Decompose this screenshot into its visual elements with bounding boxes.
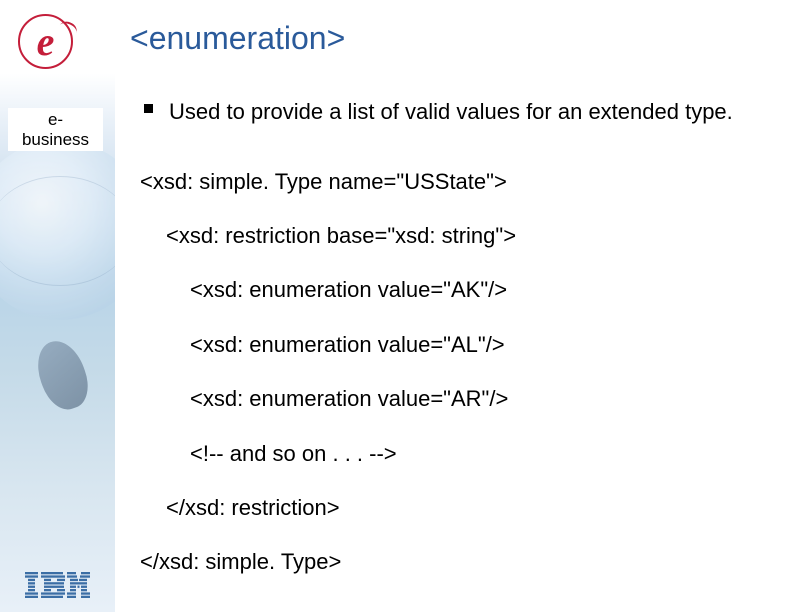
ebusiness-logo-icon: e: [18, 14, 80, 76]
ibm-logo-icon: [25, 572, 90, 598]
bullet-icon: [144, 104, 153, 113]
bullet-text: Used to provide a list of valid values f…: [169, 97, 733, 127]
code-line: <xsd: enumeration value="AR"/>: [190, 386, 772, 412]
ebusiness-line1: e-: [48, 110, 63, 129]
slide-content: <enumeration> Used to provide a list of …: [130, 20, 772, 604]
globe-decor: [0, 140, 115, 320]
code-line: </xsd: restriction>: [166, 495, 772, 521]
bullet-item: Used to provide a list of valid values f…: [144, 97, 772, 127]
mouse-decor: [29, 334, 95, 415]
code-block: <xsd: simple. Type name="USState"> <xsd:…: [130, 169, 772, 576]
code-line: <xsd: enumeration value="AL"/>: [190, 332, 772, 358]
code-line: <xsd: enumeration value="AK"/>: [190, 277, 772, 303]
sidebar: e e- business: [0, 0, 115, 612]
slide-title: <enumeration>: [130, 20, 772, 57]
code-line: </xsd: simple. Type>: [140, 549, 772, 575]
ebusiness-label: e- business: [8, 108, 103, 151]
code-line: <xsd: restriction base="xsd: string">: [166, 223, 772, 249]
code-line: <!-- and so on . . . -->: [190, 441, 772, 467]
code-line: <xsd: simple. Type name="USState">: [140, 169, 772, 195]
e-logo-char: e: [18, 14, 73, 69]
ebusiness-line2: business: [22, 130, 89, 149]
